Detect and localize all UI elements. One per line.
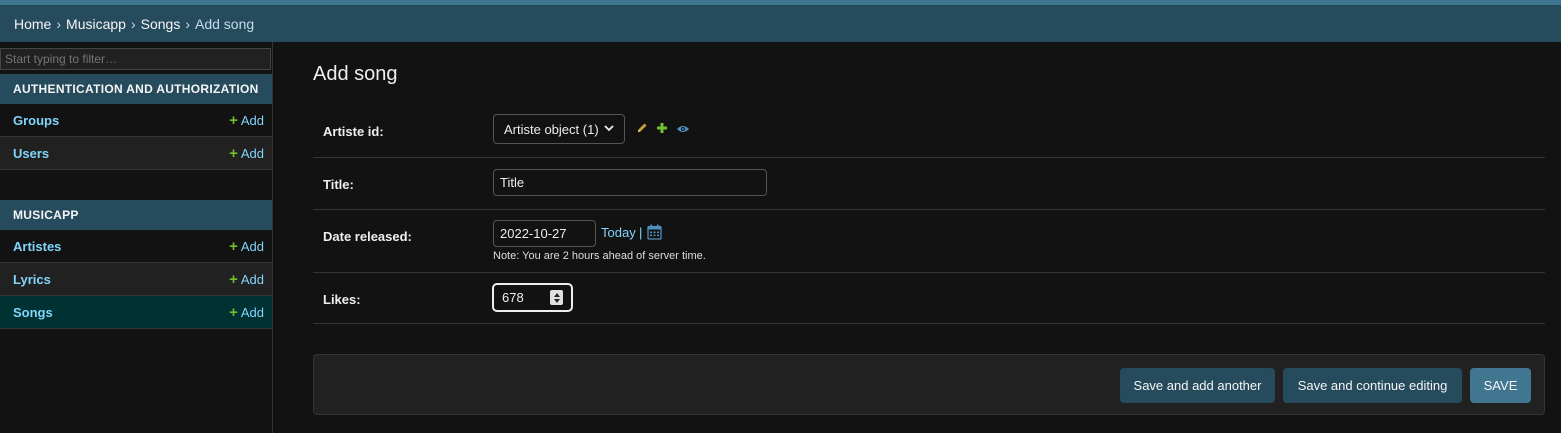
sidebar-item-artistes: Artistes + Add [0, 230, 272, 263]
breadcrumb-home[interactable]: Home [14, 16, 51, 32]
add-label: Add [240, 304, 264, 320]
plus-icon: + [229, 270, 238, 288]
number-spinner-icon[interactable] [550, 290, 563, 305]
likes-input[interactable]: 678 [492, 283, 573, 312]
add-groups-link[interactable]: + Add [229, 113, 264, 128]
sidebar-item-users: Users + Add [0, 137, 272, 170]
title-input[interactable]: Title [493, 169, 767, 196]
plus-icon: + [229, 237, 238, 255]
sidebar-item-songs: Songs + Add [0, 296, 272, 329]
page-title: Add song [313, 63, 398, 85]
title-label: Title: [323, 177, 354, 192]
date-released-input[interactable]: 2022-10-27 [493, 220, 596, 247]
eye-icon[interactable] [676, 122, 690, 137]
pencil-icon[interactable] [636, 122, 648, 137]
breadcrumb-app[interactable]: Musicapp [66, 16, 126, 32]
chevron-down-icon [604, 123, 614, 135]
today-link[interactable]: Today [601, 225, 636, 240]
add-lyrics-link[interactable]: + Add [229, 272, 264, 287]
artiste-select-value: Artiste object (1) [504, 121, 599, 137]
related-widget-links [636, 122, 690, 137]
module-caption-musicapp[interactable]: MUSICAPP [0, 200, 272, 230]
sidebar-item-label[interactable]: Users [13, 146, 49, 161]
likes-value: 678 [502, 290, 524, 305]
sidebar-item-label[interactable]: Groups [13, 113, 59, 128]
artiste-select[interactable]: Artiste object (1) [493, 114, 625, 144]
server-time-note: Note: You are 2 hours ahead of server ti… [493, 250, 706, 262]
add-users-link[interactable]: + Add [229, 146, 264, 161]
plus-icon: + [229, 111, 238, 129]
calendar-icon[interactable] [647, 224, 662, 243]
sidebar-item-label[interactable]: Artistes [13, 239, 61, 254]
add-label: Add [240, 112, 264, 128]
artiste-label: Artiste id: [323, 124, 384, 139]
breadcrumb-separator: › [56, 15, 62, 32]
save-button[interactable]: SAVE [1470, 368, 1531, 403]
breadcrumb-current: Add song [195, 15, 255, 32]
date-separator: | [639, 225, 643, 240]
sidebar-filter-input[interactable] [0, 48, 271, 70]
save-and-continue-button[interactable]: Save and continue editing [1283, 368, 1462, 403]
sidebar-item-groups: Groups + Add [0, 104, 272, 137]
add-songs-link[interactable]: + Add [229, 305, 264, 320]
breadcrumb-separator: › [130, 15, 136, 32]
module-caption-auth[interactable]: AUTHENTICATION AND AUTHORIZATION [0, 74, 272, 104]
sidebar-item-label[interactable]: Songs [13, 305, 53, 320]
sidebar-item-label[interactable]: Lyrics [13, 272, 51, 287]
add-artistes-link[interactable]: + Add [229, 239, 264, 254]
add-related-icon[interactable] [656, 122, 668, 137]
form-row-date-released: Date released: 2022-10-27 Today | Note: … [313, 210, 1545, 273]
form-row-likes: Likes: 678 [313, 273, 1545, 324]
sidebar-item-lyrics: Lyrics + Add [0, 263, 272, 296]
add-label: Add [240, 238, 264, 254]
form-row-artiste: Artiste id: Artiste object (1) [313, 101, 1545, 158]
breadcrumb: Home › Musicapp › Songs › Add song [0, 5, 1561, 42]
likes-label: Likes: [323, 292, 361, 307]
add-label: Add [240, 271, 264, 287]
submit-row: Save and add another Save and continue e… [313, 354, 1545, 415]
breadcrumb-model[interactable]: Songs [141, 16, 181, 32]
add-label: Add [240, 145, 264, 161]
plus-icon: + [229, 303, 238, 321]
breadcrumb-separator: › [185, 15, 190, 32]
plus-icon: + [229, 144, 238, 162]
date-released-label: Date released: [323, 229, 412, 244]
form-row-title: Title: Title [313, 158, 1545, 210]
save-and-add-another-button[interactable]: Save and add another [1120, 368, 1275, 403]
sidebar: AUTHENTICATION AND AUTHORIZATION Groups … [0, 42, 273, 433]
